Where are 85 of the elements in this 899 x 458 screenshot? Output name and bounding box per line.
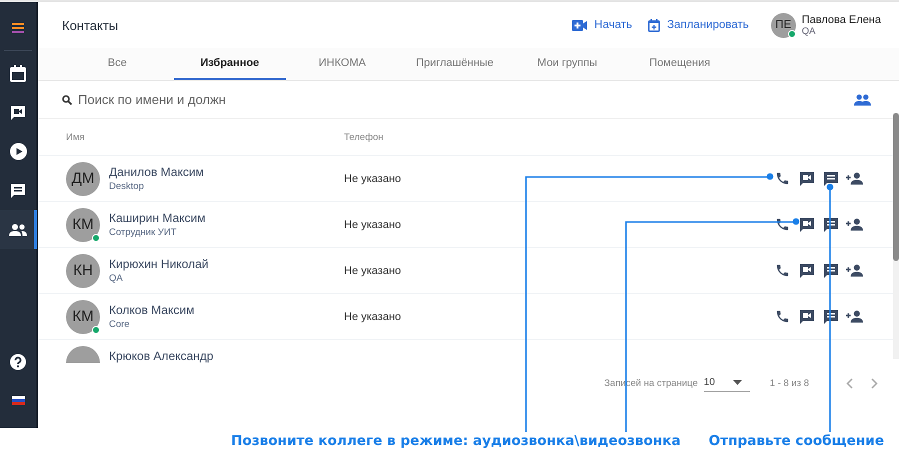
tab[interactable]: Помещения [624,48,736,80]
chat-icon [822,308,838,324]
chat-icon [822,216,838,232]
page-title: Контакты [62,18,118,32]
caret-icon [732,380,742,385]
video-chat-icon [798,262,814,278]
call-button[interactable] [774,308,791,325]
tab[interactable]: Избранное [174,48,286,80]
video-call-button[interactable] [798,216,815,233]
contact-name: Данилов Максим [109,165,204,179]
phone-text: Не указано [344,218,402,230]
contact-avatar: ДМ [66,162,100,196]
help-icon [10,354,26,370]
add-person-icon [846,310,863,323]
add-contact-button[interactable] [846,262,863,279]
contact-name: Крюков Александр [109,349,214,363]
page-range: 1 - 8 из 8 [770,378,809,389]
add-person-icon [846,264,863,277]
video-call-button[interactable] [798,262,815,279]
message-button[interactable] [822,216,839,233]
add-person-icon [846,172,863,185]
add-person-icon [846,218,863,231]
add-contact-button[interactable] [846,216,863,233]
video-chat-icon [10,104,26,120]
chevron-left-icon [846,378,853,389]
video-chat-icon [798,170,814,186]
contact-position: Сотрудник УИТ [109,227,178,238]
contact-avatar: КН [66,254,100,288]
annotation-caption: Отправьте сообщение [708,433,884,449]
tab[interactable]: Приглашённые [398,48,511,80]
sidebar-item[interactable] [0,210,37,249]
contact-avatar: КМ [66,300,100,334]
play-icon [10,143,26,160]
groups-button[interactable] [854,94,871,106]
phone-icon [775,217,790,232]
call-button[interactable] [774,216,791,233]
phone-icon [775,309,790,324]
calendar-icon [10,65,26,82]
contact-name: Кирюхин Николай [109,257,208,271]
phone-text: Не указано [344,172,402,184]
calendar-plus-icon [648,18,660,32]
search-icon [62,94,72,104]
tab[interactable]: Все [61,48,174,80]
scrollbar[interactable] [893,113,899,359]
contact-position: Core [109,319,131,330]
tab[interactable]: ИНКОМА [286,48,398,80]
message-button[interactable] [822,308,839,325]
contact-name: Колков Максим [109,303,194,317]
column-header: Телефон [344,132,384,142]
video-chat-icon [798,308,814,324]
phone-text: Не указано [344,264,402,276]
menu-icon [12,22,24,32]
message-button[interactable] [822,262,839,279]
video-chat-icon [798,216,814,232]
call-button[interactable] [774,170,791,187]
start-meeting-button[interactable]: Начать [572,19,632,31]
add-contact-button[interactable] [846,170,863,187]
column-header: Имя [65,132,86,142]
user-name: Павлова Елена [802,14,881,26]
chat-icon [822,262,838,278]
video-call-button[interactable] [798,170,815,187]
flag-icon [12,396,24,405]
schedule-button[interactable]: Запланировать [648,18,749,32]
people-icon [854,94,871,106]
chevron-right-icon [871,378,878,389]
user-avatar[interactable]: ПЕ [770,12,796,38]
people-icon [9,224,27,236]
phone-icon [775,263,790,278]
message-button[interactable] [822,170,839,187]
video-plus-icon [572,20,588,30]
user-role: QA [802,26,816,36]
page-size-select[interactable]: 10 [704,375,750,392]
contact-name: Каширин Максим [109,211,206,225]
contact-position: QA [109,273,124,284]
video-call-button[interactable] [798,308,815,325]
contact-avatar: КМ [66,208,100,242]
add-contact-button[interactable] [846,308,863,325]
call-button[interactable] [774,262,791,279]
phone-icon [775,171,790,186]
chat-icon [822,170,838,186]
annotation-caption: Позвоните коллеге в режиме: аудиозвонка\видеозвонка [231,433,681,449]
chat-icon [10,182,26,198]
tab[interactable]: Мои группы [511,48,624,80]
phone-text: Не указано [344,310,402,322]
contact-position: Desktop [109,181,145,192]
